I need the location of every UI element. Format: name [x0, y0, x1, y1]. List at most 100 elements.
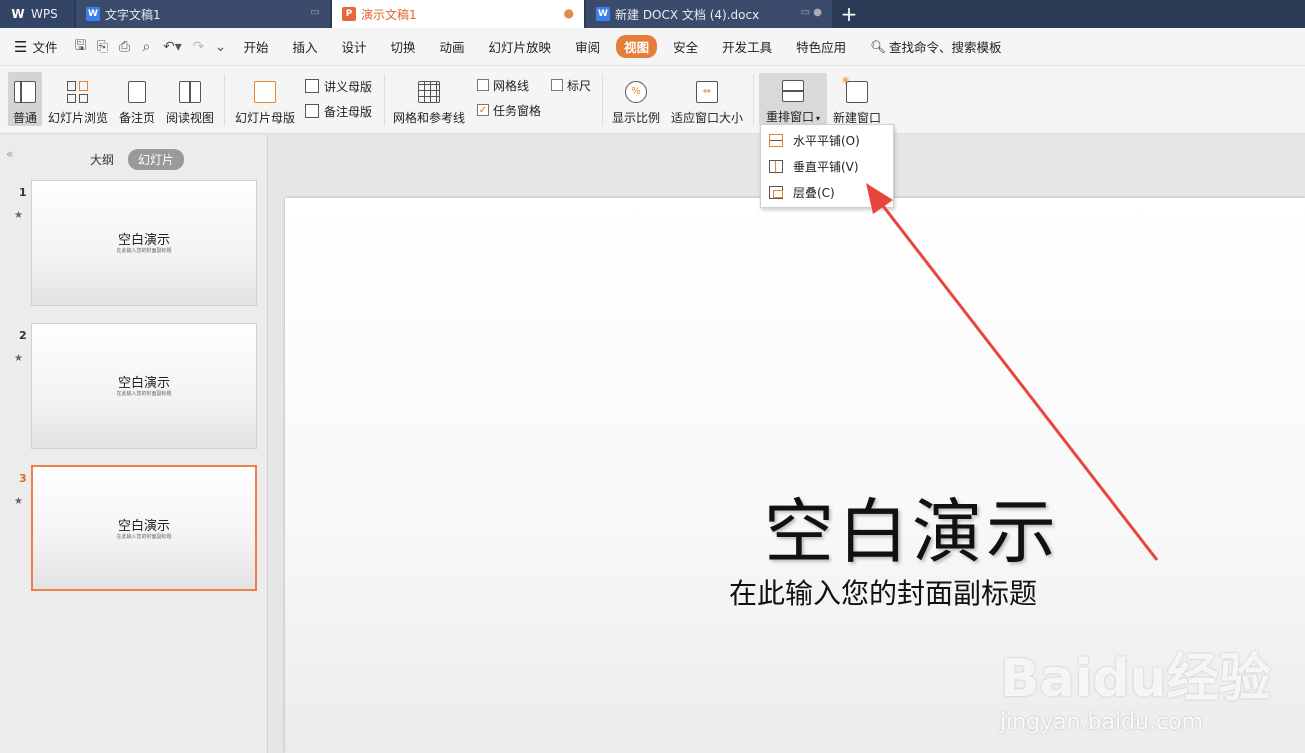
- command-search[interactable]: 🔍︎ 查找命令、搜索模板: [858, 28, 1013, 66]
- slide-sorter-button[interactable]: 幻灯片浏览: [47, 72, 109, 126]
- view-ribbon: 普通 幻灯片浏览 备注页 阅读视图 幻灯片母版 讲义母版 备注母版 网格和参考线…: [0, 66, 1305, 134]
- checkbox-unchecked-icon: [477, 79, 489, 91]
- menu-tab-insert[interactable]: 插入: [280, 28, 329, 66]
- button-label: 幻灯片母版: [234, 111, 295, 125]
- menu-label: 开发工具: [722, 40, 773, 55]
- tab-label: WPS: [31, 7, 58, 21]
- menu-label: 切换: [390, 40, 416, 55]
- slide-thumbnail-3[interactable]: 空白演示 在此输入您的封面副标题: [31, 465, 257, 591]
- hamburger-icon: ☰: [14, 37, 28, 56]
- writer-doc-icon: W: [596, 7, 610, 21]
- arrange-windows-icon: [782, 80, 804, 102]
- button-label: 显示比例: [611, 111, 660, 125]
- menu-label: 安全: [673, 40, 699, 55]
- cascade-item[interactable]: 层叠(C): [761, 179, 893, 205]
- slide-master-button[interactable]: 幻灯片母版: [234, 72, 296, 126]
- menu-tab-design[interactable]: 设计: [330, 28, 379, 66]
- file-menu-label: 文件: [32, 40, 58, 55]
- ribbon-divider: [384, 74, 385, 126]
- tab-docx[interactable]: W 新建 DOCX 文档 (4).docx ▭ ●: [586, 0, 832, 28]
- monitor-icon: ▭: [310, 7, 320, 18]
- slide-number: 1: [19, 186, 27, 199]
- menu-tab-home[interactable]: 开始: [231, 28, 280, 66]
- new-tab-button[interactable]: +: [832, 0, 866, 28]
- animation-star-icon: ★: [14, 496, 23, 507]
- menu-label: 幻灯片放映: [488, 40, 552, 55]
- notes-master-button[interactable]: 备注母版: [305, 101, 372, 121]
- handout-master-button[interactable]: 讲义母版: [305, 76, 372, 96]
- tile-horizontal-item[interactable]: 水平平铺(O): [761, 127, 893, 153]
- outline-tab[interactable]: 大纲: [80, 149, 124, 170]
- notes-page-button[interactable]: 备注页: [117, 72, 157, 126]
- search-icon: 🔍︎: [870, 38, 887, 54]
- menu-label: 插入: [292, 40, 318, 55]
- tab-wps-home[interactable]: W WPS: [0, 0, 74, 28]
- new-window-button[interactable]: ✳ 新建窗口: [832, 72, 882, 126]
- save-icon[interactable]: 🖫: [69, 28, 91, 66]
- checkbox-label: 网格线: [493, 78, 530, 93]
- ruler-checkbox[interactable]: 标尺: [551, 75, 591, 95]
- arrange-windows-menu: 水平平铺(O) 垂直平铺(V) 层叠(C): [760, 124, 894, 208]
- print-preview-icon[interactable]: ⌕: [135, 28, 157, 66]
- slides-tab[interactable]: 幻灯片: [128, 149, 185, 170]
- fit-window-icon: ⇔: [696, 81, 718, 103]
- task-pane-checkbox[interactable]: ✓ 任务窗格: [477, 100, 541, 120]
- thumb-title: 空白演示: [117, 376, 170, 391]
- thumb-title: 空白演示: [117, 519, 170, 534]
- button-label: 适应窗口大小: [670, 111, 743, 125]
- slide-master-icon: [254, 81, 276, 103]
- fit-window-button[interactable]: ⇔ 适应窗口大小: [670, 72, 744, 126]
- file-menu-button[interactable]: ☰ 文件: [0, 28, 69, 66]
- tab-label: 演示文稿1: [361, 7, 417, 22]
- thumb-subtitle: 在此输入您的封面副标题: [116, 534, 172, 540]
- menu-tab-review[interactable]: 审阅: [563, 28, 612, 66]
- notes-page-icon: [128, 81, 146, 103]
- cascade-icon: [769, 185, 783, 199]
- print-icon[interactable]: ⎙: [113, 28, 135, 66]
- button-label: 幻灯片浏览: [47, 111, 108, 125]
- menu-tab-animation[interactable]: 动画: [428, 28, 477, 66]
- ribbon-divider: [753, 74, 754, 126]
- normal-view-icon: [14, 81, 36, 103]
- customize-chevron-icon[interactable]: ⌄: [209, 28, 231, 66]
- button-label: 讲义母版: [324, 79, 373, 94]
- slide-panel: « 大纲 幻灯片 1 ★ 空白演示 在此输入您的封面副标题 2 ★ 空白演示 在…: [0, 135, 268, 753]
- slide-thumbnail-2[interactable]: 空白演示 在此输入您的封面副标题: [31, 323, 257, 449]
- reading-view-button[interactable]: 阅读视图: [165, 72, 215, 126]
- button-label: 网格和参考线: [392, 111, 465, 125]
- normal-view-button[interactable]: 普通: [8, 72, 42, 126]
- menu-tab-transitions[interactable]: 切换: [379, 28, 428, 66]
- new-window-icon: ✳: [841, 74, 868, 103]
- slide-subtitle[interactable]: 在此输入您的封面副标题: [729, 572, 1037, 612]
- tile-vertical-icon: [769, 159, 783, 173]
- animation-star-icon: ★: [14, 353, 23, 364]
- tab-presentation[interactable]: P 演示文稿1 ●: [332, 0, 584, 28]
- animation-star-icon: ★: [14, 210, 23, 221]
- menu-tab-developer[interactable]: 开发工具: [710, 28, 784, 66]
- slide-thumbnail-1[interactable]: 空白演示 在此输入您的封面副标题: [31, 180, 257, 306]
- button-label: 备注页: [118, 111, 155, 125]
- checkbox-unchecked-icon: [551, 79, 563, 91]
- wps-logo-icon: W: [11, 7, 25, 21]
- menu-tab-featured[interactable]: 特色应用: [784, 28, 858, 66]
- gridlines-checkbox[interactable]: 网格线: [477, 75, 529, 95]
- redo-icon[interactable]: ↷: [187, 28, 209, 66]
- tab-writer-doc[interactable]: W 文字文稿1 ▭: [76, 0, 330, 28]
- zoom-button[interactable]: % 显示比例: [611, 72, 661, 126]
- menu-item-label: 水平平铺(O): [793, 133, 860, 148]
- format-painter-icon[interactable]: ⎘: [91, 28, 113, 66]
- tile-vertical-item[interactable]: 垂直平铺(V): [761, 153, 893, 179]
- menu-label: 开始: [243, 40, 269, 55]
- slide-title[interactable]: 空白演示: [764, 476, 1060, 577]
- arrange-windows-button[interactable]: 重排窗口 ▾: [759, 73, 827, 125]
- menu-tab-slideshow[interactable]: 幻灯片放映: [477, 28, 564, 66]
- checkbox-label: 标尺: [567, 78, 592, 93]
- menu-tab-view[interactable]: 视图: [612, 28, 661, 66]
- grid-guides-button[interactable]: 网格和参考线: [392, 72, 466, 126]
- thumb-title: 空白演示: [117, 233, 170, 248]
- menu-tab-security[interactable]: 安全: [661, 28, 710, 66]
- undo-icon[interactable]: ↶▾: [157, 28, 187, 66]
- tile-horizontal-icon: [769, 133, 783, 147]
- slide-number: 3: [19, 472, 27, 485]
- collapse-panel-icon[interactable]: «: [6, 147, 13, 161]
